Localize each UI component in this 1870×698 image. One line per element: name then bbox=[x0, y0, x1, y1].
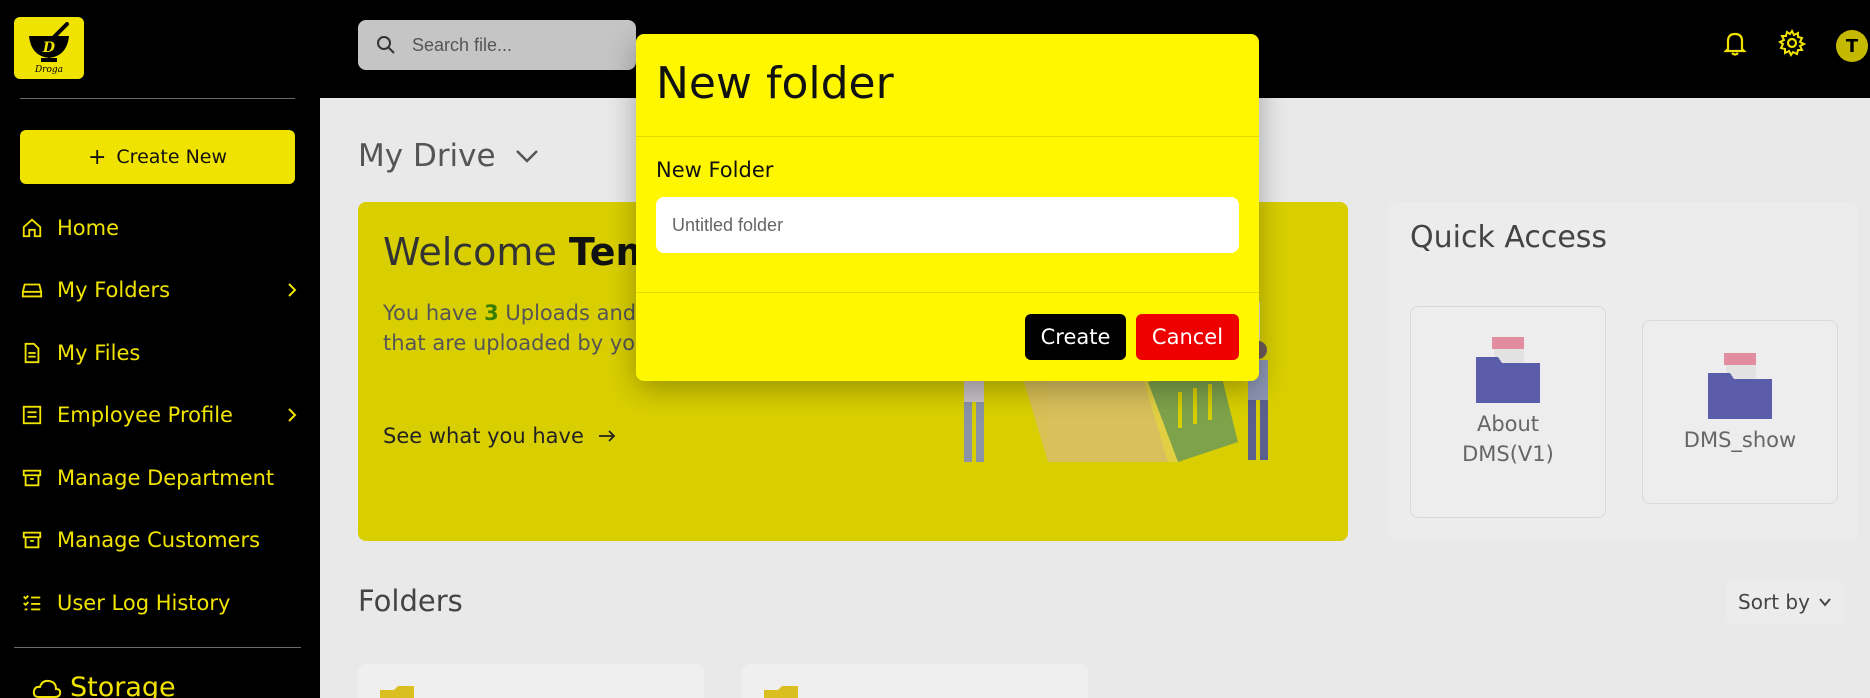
summary-text: You have bbox=[383, 301, 485, 325]
drive-title-text: My Drive bbox=[358, 138, 496, 174]
sidebar-divider bbox=[14, 647, 301, 648]
sidebar-item-my-files[interactable]: My Files bbox=[20, 333, 300, 373]
sidebar-item-label: Manage Customers bbox=[57, 528, 261, 552]
sidebar-item-manage-department[interactable]: Manage Department bbox=[20, 458, 300, 498]
folder-icon bbox=[764, 686, 798, 698]
app-logo[interactable]: D Droga bbox=[14, 17, 84, 79]
quick-access-panel: Quick Access About DMS(V1) DMS_show bbox=[1388, 202, 1858, 540]
sidebar-item-label: My Files bbox=[57, 341, 141, 365]
summary-text: that are uploaded by you bbox=[383, 331, 649, 355]
quick-access-title: Quick Access bbox=[1410, 220, 1608, 255]
new-folder-dialog: New folder New Folder Create Cancel bbox=[636, 34, 1259, 381]
logo-text: Droga bbox=[34, 64, 64, 75]
folder-icon bbox=[1476, 337, 1540, 403]
bell-icon[interactable] bbox=[1720, 28, 1750, 58]
sidebar-item-label: Manage Department bbox=[57, 466, 275, 490]
folder-card[interactable] bbox=[742, 664, 1088, 698]
sidebar-item-manage-customers[interactable]: Manage Customers bbox=[20, 520, 300, 560]
search-icon bbox=[377, 36, 395, 54]
summary-text: Uploads and bbox=[498, 301, 643, 325]
uploads-count: 3 bbox=[484, 301, 499, 325]
sidebar: D Droga + Create New Home My Folders My … bbox=[0, 0, 320, 698]
list-icon bbox=[20, 591, 44, 615]
archive-icon bbox=[20, 528, 44, 552]
sidebar-item-label: Home bbox=[57, 216, 120, 240]
create-new-button[interactable]: + Create New bbox=[20, 130, 295, 184]
folder-card[interactable] bbox=[358, 664, 704, 698]
archive-icon bbox=[20, 466, 44, 490]
quick-access-label: DMS_show bbox=[1683, 428, 1797, 452]
dialog-divider bbox=[636, 292, 1259, 293]
folders-heading: Folders bbox=[358, 584, 463, 618]
chevron-down-icon bbox=[1819, 598, 1831, 607]
file-icon bbox=[20, 341, 44, 365]
welcome-prefix: Welcome bbox=[383, 230, 569, 274]
quick-access-item[interactable]: About DMS(V1) bbox=[1410, 306, 1606, 518]
sidebar-item-home[interactable]: Home bbox=[20, 208, 300, 248]
quick-access-item[interactable]: DMS_show bbox=[1642, 320, 1838, 504]
sort-by-label: Sort by bbox=[1738, 590, 1810, 614]
plus-icon: + bbox=[87, 144, 107, 170]
svg-text:D: D bbox=[42, 40, 56, 56]
chevron-down-icon bbox=[515, 150, 538, 163]
dialog-divider bbox=[636, 136, 1259, 137]
storage-label: Storage bbox=[70, 672, 176, 698]
welcome-title: Welcome Tem bbox=[383, 230, 655, 274]
cancel-button[interactable]: Cancel bbox=[1136, 314, 1239, 360]
folder-name-label: New Folder bbox=[656, 158, 774, 182]
sidebar-item-label: My Folders bbox=[57, 278, 171, 302]
chevron-right-icon[interactable] bbox=[284, 282, 300, 298]
profile-icon bbox=[20, 403, 44, 427]
cloud-icon bbox=[32, 679, 62, 698]
folder-name-input[interactable] bbox=[656, 197, 1239, 253]
storage-section: Storage bbox=[32, 672, 176, 698]
sidebar-divider bbox=[20, 98, 295, 99]
sort-by-dropdown[interactable]: Sort by bbox=[1726, 580, 1844, 624]
sidebar-item-employee-profile[interactable]: Employee Profile bbox=[20, 395, 300, 435]
avatar[interactable]: T bbox=[1836, 30, 1868, 62]
link-label: See what you have bbox=[383, 424, 584, 448]
mortar-pestle-icon: D bbox=[29, 21, 69, 62]
drive-icon bbox=[20, 278, 44, 302]
sidebar-item-label: Employee Profile bbox=[57, 403, 233, 427]
chevron-right-icon[interactable] bbox=[284, 407, 300, 423]
sidebar-item-my-folders[interactable]: My Folders bbox=[20, 270, 300, 310]
arrow-right-icon bbox=[598, 430, 616, 442]
sidebar-item-user-log-history[interactable]: User Log History bbox=[20, 583, 300, 623]
search-input[interactable] bbox=[412, 34, 612, 56]
sidebar-item-label: User Log History bbox=[57, 591, 231, 615]
home-icon bbox=[20, 216, 44, 240]
create-button[interactable]: Create bbox=[1025, 314, 1126, 360]
page-title[interactable]: My Drive bbox=[358, 138, 540, 174]
search-bar[interactable] bbox=[358, 20, 636, 70]
folder-icon bbox=[380, 686, 414, 698]
see-what-you-have-link[interactable]: See what you have bbox=[383, 424, 616, 448]
create-new-label: Create New bbox=[116, 146, 228, 168]
folder-icon bbox=[1708, 353, 1772, 419]
gear-icon[interactable] bbox=[1777, 28, 1807, 58]
quick-access-label: About DMS(V1) bbox=[1462, 412, 1554, 466]
dialog-title: New folder bbox=[656, 58, 894, 109]
